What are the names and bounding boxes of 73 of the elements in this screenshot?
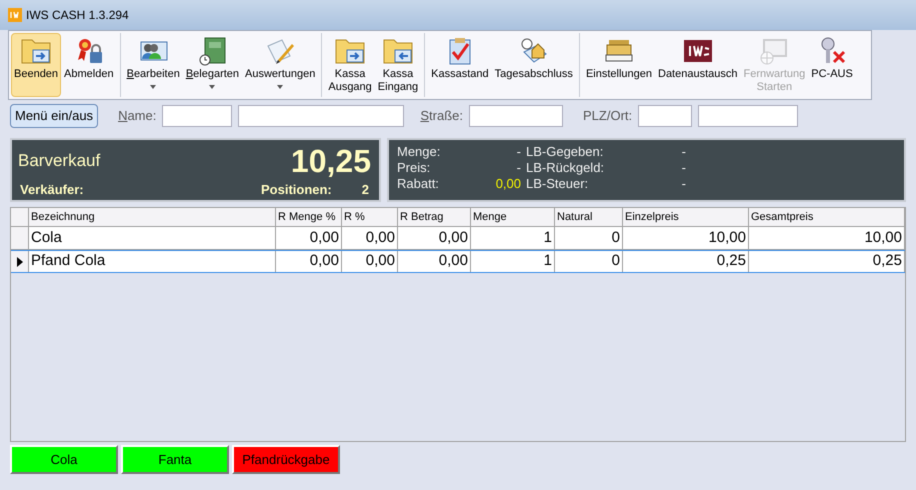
table-cell: 0: [555, 227, 623, 249]
table-cell: 0,00: [342, 251, 398, 272]
dropdown-caret-icon: [209, 85, 216, 89]
current-row-icon: [16, 256, 22, 266]
product-button[interactable]: Cola: [10, 445, 118, 474]
column-header[interactable]: Gesamtpreis: [749, 208, 905, 226]
table-cell: 10,00: [749, 227, 905, 249]
input-field[interactable]: [238, 105, 404, 127]
table-cell: 0,00: [276, 251, 342, 272]
column-header[interactable]: Menge: [471, 208, 555, 226]
table-cell: 1: [471, 251, 555, 272]
input-field[interactable]: [162, 105, 232, 127]
table-cell: 0,00: [398, 251, 471, 272]
table-cell: 0: [555, 251, 623, 272]
detail-value: -: [682, 144, 686, 160]
positions-count: 2: [362, 181, 369, 199]
detail-value: -: [682, 160, 686, 176]
seller-label: Verkäufer:: [20, 181, 84, 199]
table-cell: 0,00: [276, 227, 342, 249]
detail-label: LB-Gegeben:: [526, 144, 604, 160]
detail-value: -: [516, 160, 521, 176]
field-label: Name:: [118, 107, 156, 126]
table-cell: Pfand Cola: [29, 251, 276, 272]
total-amount: 10,25: [290, 142, 371, 180]
dropdown-caret-icon: [277, 85, 284, 89]
detail-value: -: [516, 144, 521, 160]
toolbar-button[interactable]: Kassa Eingang: [374, 33, 422, 97]
positions-label: Positionen:: [260, 181, 332, 199]
table-row[interactable]: Pfand Cola 0,00 0,00 0,00 1 0 0,25 0,25: [11, 250, 905, 273]
sale-type: Barverkauf: [18, 150, 100, 172]
toolbar-button[interactable]: Bearbeiten: [124, 33, 183, 97]
table-cell: 10,00: [623, 227, 749, 249]
detail-value: -: [682, 176, 686, 192]
toolbar-button[interactable]: Belegarten: [182, 33, 242, 97]
toolbar-button[interactable]: Abmelden: [61, 33, 117, 97]
column-header[interactable]: Natural: [555, 208, 623, 226]
toolbar-button[interactable]: PC-AUS: [808, 33, 856, 97]
table-row[interactable]: Cola 0,00 0,00 0,00 1 0 10,00 10,00: [11, 227, 905, 250]
product-button[interactable]: Fanta: [121, 445, 229, 474]
detail-value: 0,00: [496, 176, 521, 192]
toolbar-button[interactable]: Kassa Ausgang: [325, 33, 375, 97]
toolbar-button[interactable]: Datenaustausch: [655, 33, 740, 97]
input-field[interactable]: [638, 105, 692, 127]
toolbar-button[interactable]: Einstellungen: [582, 33, 655, 97]
detail-label: Menge:: [397, 144, 440, 160]
toolbar-button[interactable]: Beenden: [11, 33, 62, 97]
column-header[interactable]: R %: [342, 208, 398, 226]
column-header[interactable]: Bezeichnung: [29, 208, 276, 226]
window-title: IWS CASH 1.3.294: [26, 7, 129, 24]
field-label: PLZ/Ort:: [583, 107, 632, 126]
column-header[interactable]: R Menge %: [276, 208, 342, 226]
toolbar-button[interactable]: Kassastand: [428, 33, 492, 97]
field-label: Straße:: [420, 107, 463, 126]
detail-label: Preis:: [397, 160, 430, 176]
detail-label: Rabatt:: [397, 176, 439, 192]
input-field[interactable]: [698, 105, 798, 127]
detail-label: LB-Rückgeld:: [526, 160, 604, 176]
toolbar-button[interactable]: Auswertungen: [242, 33, 318, 97]
table-cell: 0,25: [749, 251, 905, 272]
table-cell: 1: [471, 227, 555, 249]
menu-toggle-button[interactable]: Menü ein/aus: [10, 104, 98, 128]
table-cell: 0,25: [623, 251, 749, 272]
column-header[interactable]: Einzelpreis: [623, 208, 749, 226]
detail-label: LB-Steuer:: [526, 176, 588, 192]
toolbar-button[interactable]: Tagesabschluss: [492, 33, 576, 97]
column-header[interactable]: R Betrag: [398, 208, 471, 226]
logo-icon: [8, 8, 22, 22]
product-button[interactable]: Pfandrückgabe: [232, 445, 340, 474]
table-cell: 0,00: [342, 227, 398, 249]
table-cell: 0,00: [398, 227, 471, 249]
dropdown-caret-icon: [150, 85, 156, 89]
table-cell: Cola: [29, 227, 276, 249]
input-field[interactable]: [469, 105, 563, 127]
